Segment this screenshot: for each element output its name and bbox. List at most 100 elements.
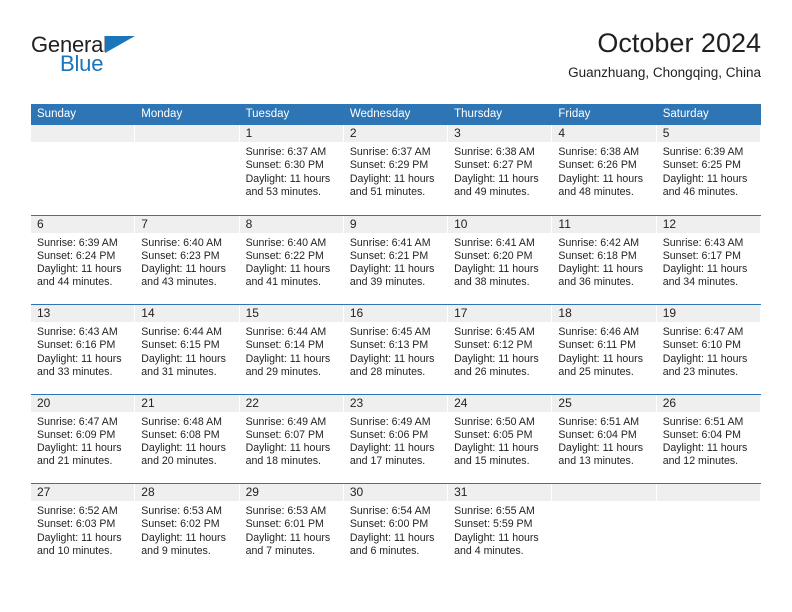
day-cell[interactable]: 1 Sunrise: 6:37 AM Sunset: 6:30 PM Daylight… [239,125,344,215]
day-number-band: 28 [135,484,239,501]
sunset-text: Sunset: 6:06 PM [349,428,429,441]
calendar-week-row: 27 Sunrise: 6:52 AM Sunset: 6:03 PM Dayligh… [31,483,761,573]
sunrise-text: Sunrise: 6:41 AM [349,236,431,249]
day-number: 27 [37,485,51,499]
day-cell-body: Sunrise: 6:44 AM Sunset: 6:15 PM Daylight:… [135,322,239,379]
sunset-text: Sunset: 6:10 PM [662,339,742,352]
day-cell[interactable]: 27 Sunrise: 6:52 AM Sunset: 6:03 PM Dayligh… [31,484,136,573]
day-cell-body: Sunrise: 6:39 AM Sunset: 6:24 PM Daylight:… [31,233,135,290]
day-cell-body: Sunrise: 6:40 AM Sunset: 6:22 PM Daylight:… [240,233,344,290]
day-cell-body: Sunrise: 6:37 AM Sunset: 6:30 PM Daylight:… [240,142,344,199]
sunset-text: Sunset: 6:13 PM [349,339,429,352]
day-cell[interactable]: 6 Sunrise: 6:39 AM Sunset: 6:24 PM Daylight… [31,215,136,304]
day-cell-body: Sunrise: 6:51 AM Sunset: 6:04 PM Daylight:… [657,412,761,469]
sunset-text: Sunset: 6:23 PM [141,249,220,262]
sunset-text: Sunset: 6:27 PM [454,159,533,172]
sunset-text: Sunset: 6:01 PM [245,518,324,531]
day-number: 13 [37,306,51,320]
day-cell[interactable]: 31 Sunrise: 6:55 AM Sunset: 5:59 PM Dayligh… [448,484,553,573]
day-cell[interactable]: 22 Sunrise: 6:49 AM Sunset: 6:07 PM Dayligh… [239,394,344,483]
day-cell[interactable]: 12 Sunrise: 6:43 AM Sunset: 6:17 PM Dayligh… [656,215,761,304]
day-number-band [656,484,760,501]
day-cell[interactable]: 15 Sunrise: 6:44 AM Sunset: 6:14 PM Dayligh… [239,305,344,394]
day-cell[interactable]: 3 Sunrise: 6:38 AM Sunset: 6:27 PM Daylight… [448,125,553,215]
sunset-text: Sunset: 6:29 PM [349,159,429,172]
day-number: 21 [141,395,155,410]
day-cell[interactable]: 8 Sunrise: 6:40 AM Sunset: 6:22 PM Daylight… [239,215,344,304]
day-cell[interactable]: 19 Sunrise: 6:47 AM Sunset: 6:10 PM Dayligh… [656,305,761,394]
daylight-text: Daylight: 11 hours and 51 minutes. [349,172,435,198]
daylight-text: Daylight: 11 hours and 39 minutes. [349,263,435,289]
sunset-text: Sunset: 6:04 PM [662,428,742,441]
sunrise-text: Sunrise: 6:38 AM [454,146,535,158]
daylight-text: Daylight: 11 hours and 53 minutes. [245,172,331,198]
daylight-text: Daylight: 11 hours and 18 minutes. [245,442,331,468]
day-cell[interactable]: 16 Sunrise: 6:45 AM Sunset: 6:13 PM Dayligh… [343,305,449,394]
day-cell-empty [31,125,136,215]
day-number-band: 1 [239,125,343,142]
day-cell[interactable]: 17 Sunrise: 6:45 AM Sunset: 6:12 PM Dayligh… [448,305,553,394]
day-cell[interactable]: 9 Sunrise: 6:41 AM Sunset: 6:21 PM Daylight… [343,215,449,304]
day-cell[interactable]: 2 Sunrise: 6:37 AM Sunset: 6:29 PM Daylight… [343,125,449,215]
day-cell[interactable]: 21 Sunrise: 6:48 AM Sunset: 6:08 PM Dayligh… [135,394,240,483]
daylight-text: Daylight: 11 hours and 15 minutes. [454,442,539,468]
day-number-band: 10 [448,215,552,233]
day-number-band: 18 [552,305,656,322]
day-cell[interactable]: 28 Sunrise: 6:53 AM Sunset: 6:02 PM Dayligh… [135,484,240,573]
day-number: 9 [349,216,357,231]
day-cell-body: Sunrise: 6:48 AM Sunset: 6:08 PM Daylight:… [135,412,239,469]
sunset-text: Sunset: 6:21 PM [349,249,429,262]
sunrise-text: Sunrise: 6:37 AM [349,146,431,158]
day-cell[interactable]: 26 Sunrise: 6:51 AM Sunset: 6:04 PM Dayligh… [656,394,761,483]
daylight-text: Daylight: 11 hours and 4 minutes. [454,531,539,557]
day-number: 19 [662,306,677,320]
sunrise-text: Sunrise: 6:41 AM [454,236,535,249]
day-cell-body: Sunrise: 6:41 AM Sunset: 6:21 PM Daylight:… [344,233,448,290]
day-cell[interactable]: 7 Sunrise: 6:40 AM Sunset: 6:23 PM Daylight… [135,215,240,304]
day-cell[interactable]: 10 Sunrise: 6:41 AM Sunset: 6:20 PM Dayligh… [448,215,553,304]
sunrise-text: Sunrise: 6:37 AM [245,146,327,158]
daylight-text: Daylight: 11 hours and 25 minutes. [558,352,644,378]
day-number: 17 [454,306,468,320]
day-number-band: 27 [31,484,135,501]
day-cell[interactable]: 11 Sunrise: 6:42 AM Sunset: 6:18 PM Dayligh… [552,215,657,304]
sunset-text: Sunset: 6:11 PM [558,339,636,352]
sunrise-text: Sunrise: 6:49 AM [245,415,327,428]
day-number: 24 [454,395,468,410]
day-cell[interactable]: 13 Sunrise: 6:43 AM Sunset: 6:16 PM Dayligh… [31,305,136,394]
sunset-text: Sunset: 6:00 PM [349,518,429,531]
day-cell[interactable]: 14 Sunrise: 6:44 AM Sunset: 6:15 PM Dayligh… [135,305,240,394]
sunset-text: Sunset: 6:12 PM [454,339,533,352]
day-cell[interactable]: 25 Sunrise: 6:51 AM Sunset: 6:04 PM Dayligh… [552,394,657,483]
day-number-band: 31 [448,484,552,501]
day-cell[interactable]: 29 Sunrise: 6:53 AM Sunset: 6:01 PM Dayligh… [239,484,344,573]
day-cell-body: Sunrise: 6:44 AM Sunset: 6:14 PM Daylight:… [240,322,344,379]
day-number: 16 [349,306,364,320]
day-cell[interactable]: 30 Sunrise: 6:54 AM Sunset: 6:00 PM Dayligh… [343,484,449,573]
day-cell[interactable]: 24 Sunrise: 6:50 AM Sunset: 6:05 PM Dayligh… [448,394,553,483]
day-cell[interactable]: 23 Sunrise: 6:49 AM Sunset: 6:06 PM Dayligh… [343,394,449,483]
page-title: October 2024 [597,28,761,58]
daylight-text: Daylight: 11 hours and 33 minutes. [37,352,122,378]
day-cell-body: Sunrise: 6:54 AM Sunset: 6:00 PM Daylight:… [344,501,448,558]
day-cell[interactable]: 5 Sunrise: 6:39 AM Sunset: 6:25 PM Daylight… [656,125,761,215]
page-subtitle: Guanzhuang, Chongqing, China [568,65,761,81]
daylight-text: Daylight: 11 hours and 6 minutes. [349,531,435,557]
day-number: 11 [558,216,571,231]
sunrise-text: Sunrise: 6:46 AM [558,326,640,338]
day-cell[interactable]: 18 Sunrise: 6:46 AM Sunset: 6:11 PM Dayligh… [552,305,657,394]
day-number-band: 13 [31,305,135,322]
sunset-text: Sunset: 6:22 PM [245,249,324,262]
day-cell[interactable]: 20 Sunrise: 6:47 AM Sunset: 6:09 PM Dayligh… [31,394,136,483]
sunrise-text: Sunrise: 6:42 AM [558,236,640,249]
day-number-band: 6 [31,215,135,233]
daylight-text: Daylight: 11 hours and 7 minutes. [245,531,331,557]
day-number: 6 [37,216,44,231]
sunset-text: Sunset: 6:15 PM [141,339,220,352]
day-number-band: 11 [552,215,656,233]
day-cell[interactable]: 4 Sunrise: 6:38 AM Sunset: 6:26 PM Daylight… [552,125,657,215]
day-cell-body: Sunrise: 6:55 AM Sunset: 5:59 PM Daylight:… [448,501,552,558]
sunset-text: Sunset: 6:24 PM [37,249,116,262]
weekday-header-sunday: Sunday [37,108,77,120]
day-cell-body: Sunrise: 6:45 AM Sunset: 6:12 PM Daylight:… [448,322,552,379]
